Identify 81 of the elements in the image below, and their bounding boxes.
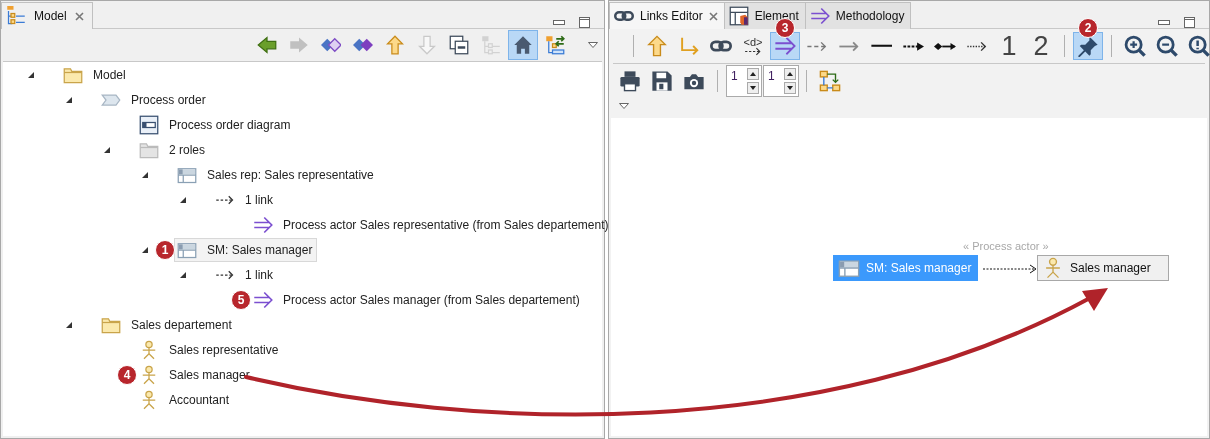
home-icon xyxy=(513,35,533,55)
double-arrow-button[interactable] xyxy=(770,32,800,60)
maximize-icon[interactable] xyxy=(1184,17,1195,28)
dotted-arrow-icon xyxy=(902,40,924,52)
sync-tree-icon xyxy=(545,35,565,55)
tab[interactable]: Methodology xyxy=(804,2,912,29)
line-icon xyxy=(870,43,892,49)
spinner-field[interactable]: 1 xyxy=(726,65,762,97)
layout-icon xyxy=(819,70,841,92)
double-arrow-icon xyxy=(809,6,830,26)
up-arrow-icon xyxy=(646,35,668,57)
dashed-arrow-icon xyxy=(215,194,235,205)
minimize-icon[interactable] xyxy=(1158,19,1170,26)
arrow-icon xyxy=(838,40,860,52)
callout-badge: 4 xyxy=(117,364,137,385)
callout-badge: 5 xyxy=(231,289,251,310)
diagram-node[interactable]: Sales manager xyxy=(1037,255,1169,281)
tree-item[interactable]: Process actor Sales manager (from Sales departement) xyxy=(250,287,585,312)
double-arrow-icon xyxy=(774,35,796,57)
dependency-link-button[interactable]: <d> xyxy=(738,32,768,60)
close-icon[interactable] xyxy=(708,11,718,21)
close-icon[interactable] xyxy=(74,11,84,21)
tree-icon xyxy=(481,35,501,55)
table-icon xyxy=(838,257,860,279)
tree-item[interactable]: Model xyxy=(60,62,131,87)
hook-arrow-icon xyxy=(678,35,700,57)
diagram-icon xyxy=(139,114,159,135)
tree-item[interactable]: Sales rep: Sales representative xyxy=(174,162,379,187)
increment-button[interactable] xyxy=(784,68,796,80)
down-triangle-icon xyxy=(750,86,756,90)
zoom-in-icon xyxy=(1124,35,1146,57)
diamond-arrow-icon xyxy=(934,40,956,52)
tree-item[interactable]: Process order diagram xyxy=(136,112,296,137)
tree-item[interactable]: Sales representative xyxy=(136,337,284,362)
right-arrow-icon xyxy=(289,35,309,55)
zoom-out-icon xyxy=(1156,35,1178,57)
dotted-arrow-icon xyxy=(966,40,988,52)
up-arrow-icon xyxy=(385,35,405,55)
dashed-arrow-icon xyxy=(744,46,762,56)
tree-item[interactable]: Process order xyxy=(98,87,211,112)
printer-icon xyxy=(619,70,641,92)
up-triangle-icon xyxy=(787,72,793,76)
tree-item[interactable]: SM: Sales manager xyxy=(174,237,318,262)
left-arrow-icon xyxy=(257,35,277,55)
link-label: « Process actor » xyxy=(963,240,1049,252)
dashed-arrow-icon xyxy=(806,40,828,52)
view-menu-icon[interactable] xyxy=(619,103,629,109)
double-arrow-icon xyxy=(253,214,273,235)
tab[interactable]: Model xyxy=(1,2,93,29)
tree-item[interactable]: 1 link xyxy=(212,265,278,284)
up-triangle-icon xyxy=(750,72,756,76)
down-arrow-icon xyxy=(417,35,437,55)
tree-item[interactable]: 1 link xyxy=(212,190,278,209)
dashed-arrow-icon xyxy=(215,269,235,280)
tree-item[interactable]: Process actor Sales representative (from Sales departement) xyxy=(250,212,614,237)
pin-button[interactable] xyxy=(1073,32,1103,60)
pin-icon xyxy=(1077,35,1099,57)
increment-button[interactable] xyxy=(747,68,759,80)
tab[interactable]: Links Editor xyxy=(609,2,725,29)
double-arrow-icon xyxy=(253,289,273,310)
decrement-button[interactable] xyxy=(747,82,759,94)
connector-arrow xyxy=(983,264,1037,274)
home-button[interactable] xyxy=(508,30,538,60)
table-cube-icon xyxy=(728,6,749,26)
tree-item[interactable]: Sales manager xyxy=(136,362,255,387)
decrement-button[interactable] xyxy=(784,82,796,94)
tree-item[interactable]: 2 roles xyxy=(136,137,211,162)
diamonds-icon xyxy=(321,35,341,55)
maximize-icon[interactable] xyxy=(579,17,590,28)
tree-icon xyxy=(6,6,26,26)
spinner-field[interactable]: 1 xyxy=(763,65,799,97)
down-triangle-icon xyxy=(787,86,793,90)
zoom-fit-icon xyxy=(1188,35,1210,57)
view-menu-icon[interactable] xyxy=(588,42,598,48)
callout-badge: 1 xyxy=(155,239,175,260)
minimize-icon[interactable] xyxy=(553,19,565,26)
number-button[interactable]: 1 xyxy=(994,32,1024,60)
number-button[interactable]: 2 xyxy=(1026,32,1056,60)
tree-item[interactable]: Sales departement xyxy=(98,312,237,337)
tree-item[interactable]: Accountant xyxy=(136,387,235,412)
collapse-icon xyxy=(449,35,469,55)
